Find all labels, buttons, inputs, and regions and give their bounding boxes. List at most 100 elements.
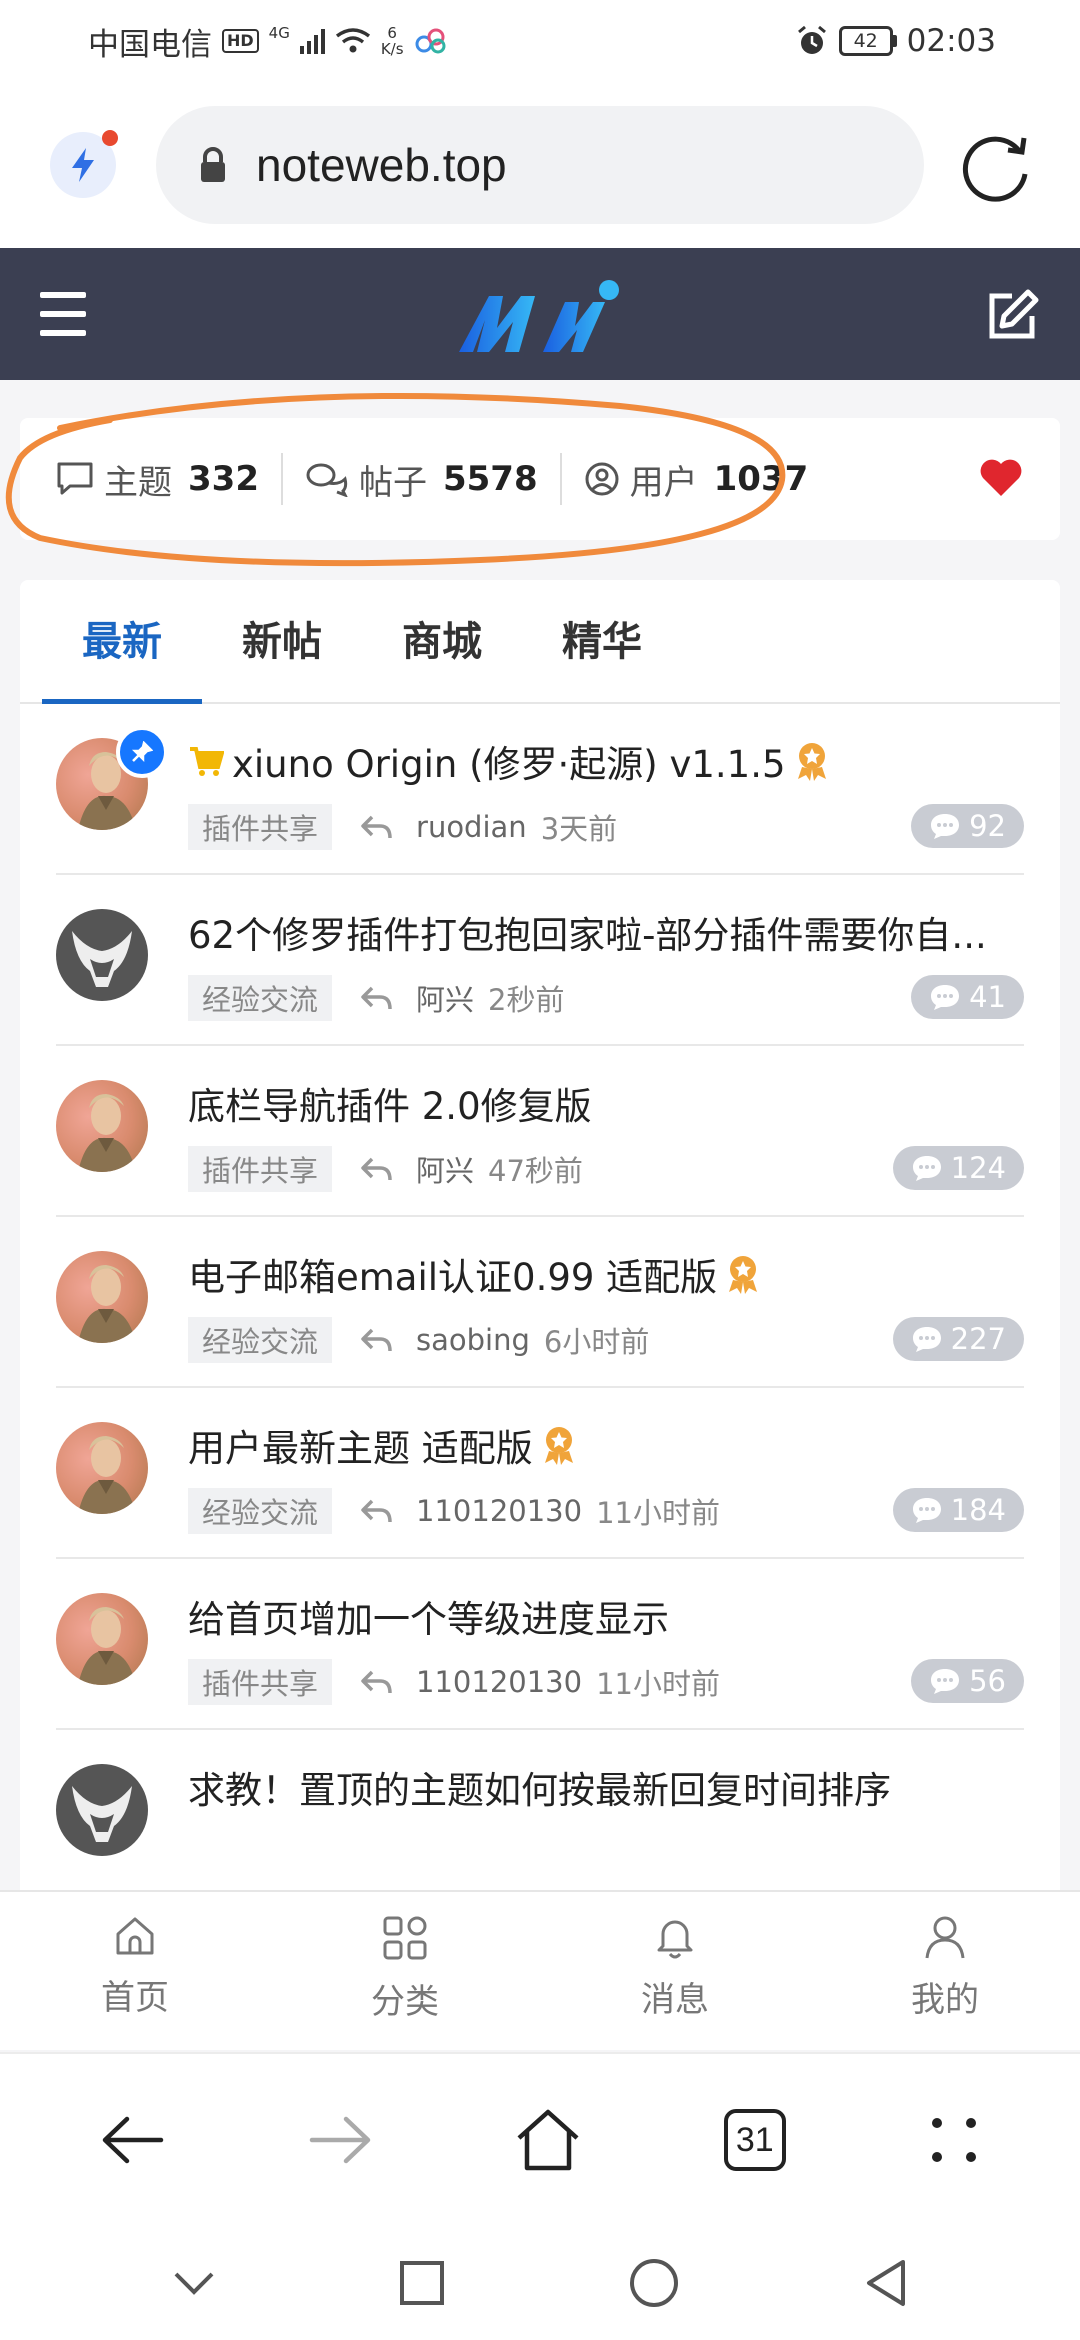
thread-row[interactable]: xiuno Origin (修罗·起源) v1.1.5 插件共享 ruodian 3天… — [56, 704, 1024, 875]
back-arrow-icon[interactable] — [101, 2115, 165, 2165]
nav-me[interactable]: 我的 — [810, 1892, 1080, 2050]
reply-icon — [361, 1328, 392, 1352]
avatar[interactable] — [56, 1080, 148, 1172]
tab-shop[interactable]: 商城 — [362, 580, 522, 702]
category-tag[interactable]: 经验交流 — [188, 975, 333, 1021]
reply-count-badge: 56 — [911, 1659, 1024, 1703]
reply-icon — [361, 986, 392, 1010]
username[interactable]: ruodian — [416, 810, 527, 844]
tab-switcher-button[interactable]: 31 — [723, 2109, 786, 2171]
thread-title: 求教！置顶的主题如何按最新回复时间排序 — [188, 1769, 891, 1812]
avatar[interactable] — [56, 1251, 148, 1343]
reply-count-badge: 41 — [911, 975, 1024, 1019]
tab-latest[interactable]: 最新 — [42, 580, 202, 704]
thread-tabs: 最新 新帖 商城 精华 — [20, 580, 1060, 704]
thread-title-row[interactable]: xiuno Origin (修罗·起源) v1.1.5 — [188, 734, 1024, 788]
nav-label: 我的 — [911, 1980, 979, 2020]
system-nav-bar — [0, 2226, 1080, 2340]
forum-stats: 主题 332 帖子 5578 用户 1037 — [20, 418, 1060, 540]
timestamp: 47秒前 — [488, 1154, 583, 1188]
thread-title-row[interactable]: 给首页增加一个等级进度显示 — [188, 1589, 1024, 1643]
cloud-app-icon — [415, 28, 446, 54]
username[interactable]: 阿兴 — [416, 977, 474, 1019]
thread-list: xiuno Origin (修罗·起源) v1.1.5 插件共享 ruodian 3天… — [20, 704, 1060, 1890]
signal-icon — [299, 28, 325, 54]
stat-value: 5578 — [442, 459, 538, 499]
avatar[interactable] — [56, 1593, 148, 1685]
compose-icon[interactable] — [984, 288, 1040, 344]
user-circle-icon — [585, 462, 619, 496]
username[interactable]: saobing — [416, 1323, 530, 1357]
avatar[interactable] — [56, 909, 148, 1001]
thread-title-row[interactable]: 底栏导航插件 2.0修复版 — [188, 1076, 1024, 1130]
thread-title-row[interactable]: 电子邮箱email认证0.99 适配版 — [188, 1247, 1024, 1301]
thread-row[interactable]: 求教！置顶的主题如何按最新回复时间排序 — [56, 1730, 1024, 1890]
heart-icon[interactable] — [978, 456, 1024, 498]
divider — [280, 453, 283, 505]
nav-label: 分类 — [371, 1982, 439, 2022]
thread-title-row[interactable]: 用户最新主题 适配版 — [188, 1418, 1024, 1472]
lock-icon — [201, 147, 225, 182]
category-tag[interactable]: 插件共享 — [188, 1659, 333, 1705]
category-tag[interactable]: 插件共享 — [188, 804, 333, 850]
comments-icon — [306, 463, 348, 497]
home-circle-icon[interactable] — [628, 2257, 680, 2309]
thread-meta: 插件共享 阿兴 47秒前 — [188, 1146, 583, 1192]
reply-count-badge: 92 — [911, 804, 1024, 848]
site-logo[interactable] — [455, 278, 625, 356]
username[interactable]: 110120130 — [416, 1494, 582, 1528]
thread-title-row[interactable]: 求教！置顶的主题如何按最新回复时间排序 — [188, 1760, 1024, 1814]
thread-row[interactable]: 电子邮箱email认证0.99 适配版 经验交流 saobing 6小时前 227 — [56, 1217, 1024, 1388]
timestamp: 11小时前 — [596, 1496, 720, 1530]
home-icon — [116, 1917, 154, 1955]
clock: 02:03 — [906, 23, 996, 59]
nav-category[interactable]: 分类 — [270, 1892, 540, 2050]
timestamp: 2秒前 — [488, 983, 565, 1017]
thread-row[interactable]: 给首页增加一个等级进度显示 插件共享 110120130 11小时前 56 — [56, 1559, 1024, 1730]
medal-icon — [544, 1427, 573, 1465]
reply-icon — [361, 1157, 392, 1181]
forward-arrow-icon[interactable] — [308, 2115, 372, 2165]
thread-row[interactable]: 用户最新主题 适配版经验交流 110120130 11小时前 184 — [56, 1388, 1024, 1559]
reply-count: 56 — [969, 1664, 1006, 1698]
user-icon — [925, 1916, 965, 1959]
home-icon[interactable] — [515, 2108, 581, 2172]
thread-row[interactable]: 62个修罗插件打包抱回家啦-部分插件需要你自... 经验交流 阿兴 2秒前 41 — [56, 875, 1024, 1046]
category-icon — [383, 1916, 427, 1960]
thread-row[interactable]: 底栏导航插件 2.0修复版插件共享 阿兴 47秒前 124 — [56, 1046, 1024, 1217]
reply-count-badge: 184 — [892, 1488, 1024, 1532]
nav-home[interactable]: 首页 — [0, 1892, 270, 2050]
reply-icon — [361, 1670, 392, 1694]
thread-title-row[interactable]: 62个修罗插件打包抱回家啦-部分插件需要你自... — [188, 905, 1024, 959]
alarm-icon — [797, 25, 826, 54]
network-type: 4G — [268, 23, 290, 42]
recents-square-icon[interactable] — [399, 2260, 445, 2306]
reply-count-badge: 124 — [892, 1146, 1024, 1190]
category-tag[interactable]: 经验交流 — [188, 1317, 333, 1363]
net-speed: 6 K/s — [381, 25, 404, 57]
thread-title: xiuno Origin (修罗·起源) v1.1.5 — [232, 743, 786, 786]
back-triangle-icon[interactable] — [863, 2258, 909, 2308]
timestamp: 6小时前 — [543, 1325, 650, 1359]
menu-icon[interactable] — [40, 292, 86, 336]
category-tag[interactable]: 经验交流 — [188, 1488, 333, 1534]
more-dots-icon[interactable] — [929, 2115, 979, 2165]
category-tag[interactable]: 插件共享 — [188, 1146, 333, 1192]
reload-icon[interactable] — [958, 130, 1034, 206]
username[interactable]: 阿兴 — [416, 1148, 474, 1190]
chevron-down-icon[interactable] — [172, 2270, 216, 2296]
url-field[interactable]: noteweb.top — [156, 106, 924, 224]
battery-level: 42 — [838, 26, 893, 56]
avatar[interactable] — [56, 1764, 148, 1856]
browser-toolbar: 31 — [0, 2052, 1080, 2226]
tab-new-posts[interactable]: 新帖 — [202, 580, 362, 702]
chat-bubble-icon — [931, 814, 960, 839]
username[interactable]: 110120130 — [416, 1665, 582, 1699]
thread-meta: 经验交流 saobing 6小时前 — [188, 1317, 649, 1363]
quick-action-button[interactable] — [50, 130, 118, 198]
nav-messages[interactable]: 消息 — [540, 1892, 810, 2050]
wifi-icon — [335, 28, 370, 53]
stat-label: 主题 — [104, 462, 172, 503]
avatar[interactable] — [56, 1422, 148, 1514]
tab-featured[interactable]: 精华 — [522, 580, 682, 702]
